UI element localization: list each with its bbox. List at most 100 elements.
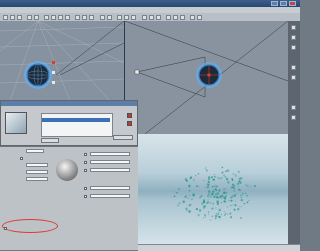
stop-icon[interactable]: [156, 14, 161, 20]
panel-header: [1, 101, 137, 106]
open-file-icon[interactable]: [10, 14, 15, 20]
particle: [227, 181, 230, 184]
move-tool-icon[interactable]: [51, 14, 56, 20]
particle: [213, 174, 215, 176]
property-field[interactable]: [26, 163, 48, 167]
particle: [223, 196, 226, 199]
play-icon[interactable]: [149, 14, 154, 20]
view-icon[interactable]: [291, 25, 296, 30]
new-file-icon[interactable]: [3, 14, 8, 20]
add-material-button[interactable]: [41, 138, 59, 143]
particle: [225, 192, 227, 194]
grid-icon[interactable]: [117, 14, 122, 20]
particle: [210, 176, 214, 179]
handle-icon[interactable]: [52, 81, 55, 84]
option-checkbox[interactable]: [84, 153, 87, 156]
option-checkbox[interactable]: [4, 227, 7, 230]
apply-button[interactable]: [113, 135, 133, 140]
shaded-icon[interactable]: [131, 14, 136, 20]
particle: [178, 188, 180, 190]
save-icon[interactable]: [17, 14, 22, 20]
select-tool-icon[interactable]: [44, 14, 49, 20]
property-field[interactable]: [26, 177, 48, 181]
view-icon[interactable]: [291, 35, 296, 40]
camera-object-icon[interactable]: [134, 69, 140, 75]
view-icon[interactable]: [291, 115, 296, 120]
option-checkbox[interactable]: [84, 161, 87, 164]
scale-tool-icon[interactable]: [65, 14, 70, 20]
viewport-perspective[interactable]: [0, 21, 125, 101]
color-swatch[interactable]: [127, 113, 132, 118]
option-field[interactable]: [90, 160, 130, 164]
close-button[interactable]: [289, 1, 296, 6]
particle: [234, 200, 236, 202]
particle: [189, 177, 192, 180]
particle: [188, 204, 191, 206]
settings-icon[interactable]: [190, 14, 195, 20]
viewport-top[interactable]: [125, 21, 288, 134]
material-icon[interactable]: [107, 14, 112, 20]
minimize-button[interactable]: [271, 1, 278, 6]
handle-icon[interactable]: [52, 71, 55, 74]
option-field[interactable]: [90, 186, 130, 190]
light-icon[interactable]: [89, 14, 94, 20]
gizmo-center-icon[interactable]: [207, 73, 211, 77]
help-icon[interactable]: [197, 14, 202, 20]
particle: [218, 215, 221, 219]
particle: [207, 195, 209, 198]
material-preview-thumbnail[interactable]: [5, 112, 27, 134]
material-sphere-preview: [56, 159, 78, 181]
pan-icon[interactable]: [173, 14, 178, 20]
particle: [221, 166, 224, 169]
particle: [230, 216, 233, 219]
particle: [196, 185, 198, 188]
option-field[interactable]: [90, 194, 130, 198]
option-field[interactable]: [90, 168, 130, 172]
particle: [187, 197, 189, 199]
particle: [246, 185, 249, 187]
orbit-icon[interactable]: [180, 14, 185, 20]
option-checkbox[interactable]: [84, 187, 87, 190]
particle: [207, 201, 209, 204]
undo-icon[interactable]: [27, 14, 32, 20]
option-checkbox[interactable]: [84, 169, 87, 172]
particle: [233, 190, 236, 192]
particle: [190, 204, 192, 206]
maximize-button[interactable]: [280, 1, 287, 6]
particle: [235, 193, 238, 195]
render-icon[interactable]: [100, 14, 105, 20]
handle-icon[interactable]: [52, 61, 55, 64]
option-checkbox[interactable]: [84, 195, 87, 198]
view-icon[interactable]: [291, 45, 296, 50]
list-item[interactable]: [42, 126, 110, 130]
particle: [216, 200, 219, 203]
property-field[interactable]: [26, 149, 44, 153]
particle: [224, 213, 227, 215]
layer-icon[interactable]: [142, 14, 147, 20]
particle: [205, 169, 207, 171]
particle: [240, 198, 244, 202]
wireframe-icon[interactable]: [124, 14, 129, 20]
particle: [190, 198, 193, 201]
particle-render-svg: [173, 166, 256, 221]
option-field[interactable]: [90, 152, 130, 156]
property-field[interactable]: [26, 170, 48, 174]
view-icon[interactable]: [291, 105, 296, 110]
material-list[interactable]: [41, 113, 113, 137]
view-icon[interactable]: [291, 65, 296, 70]
snap-icon[interactable]: [75, 14, 80, 20]
color-swatch[interactable]: [127, 121, 132, 126]
redo-icon[interactable]: [34, 14, 39, 20]
particle: [202, 200, 206, 204]
view-icon[interactable]: [291, 75, 296, 80]
particle: [184, 195, 187, 198]
particle: [197, 172, 200, 175]
zoom-icon[interactable]: [166, 14, 171, 20]
camera-icon[interactable]: [82, 14, 87, 20]
particle: [188, 183, 190, 185]
rotate-tool-icon[interactable]: [58, 14, 63, 20]
particle: [207, 193, 211, 196]
property-checkbox[interactable]: [20, 157, 23, 160]
particle: [217, 176, 219, 178]
particle: [219, 189, 221, 191]
